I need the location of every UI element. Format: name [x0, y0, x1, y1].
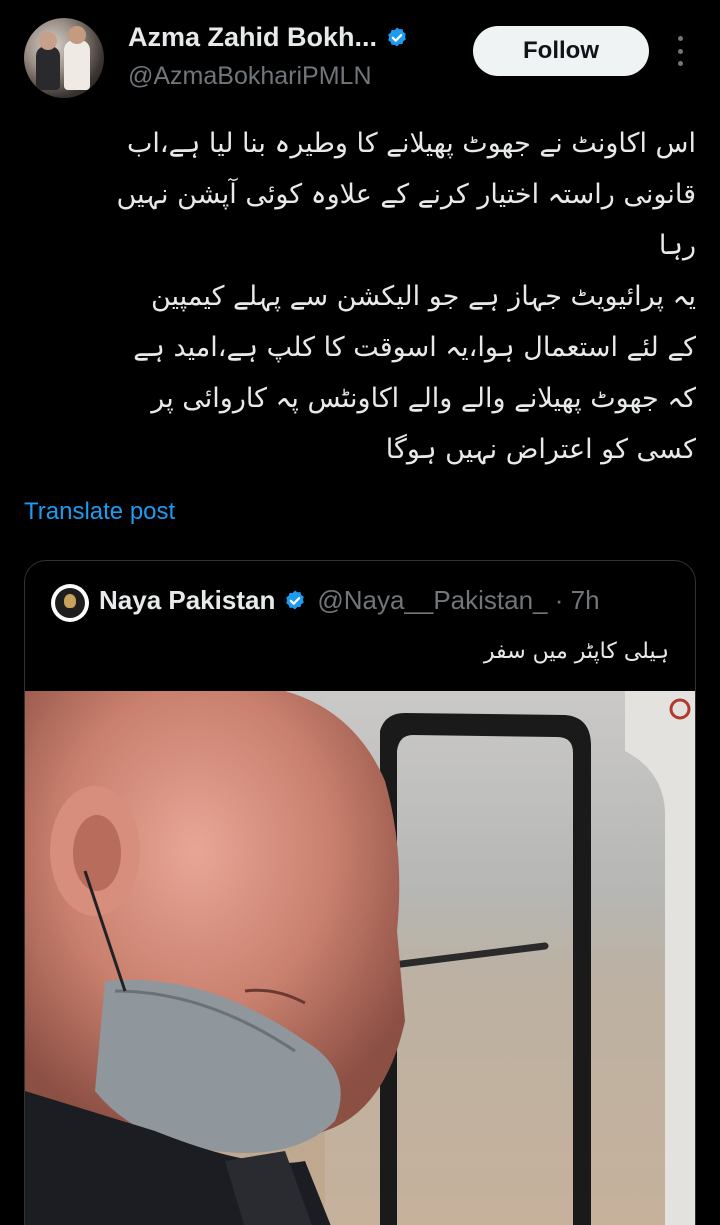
- follow-button[interactable]: Follow: [473, 26, 649, 76]
- post-header: Azma Zahid Bokh... @AzmaBokhariPMLN Foll…: [0, 0, 720, 110]
- quoted-handle-time: @Naya__Pakistan_ · 7h: [317, 585, 600, 615]
- quoted-display-name[interactable]: Naya Pakistan: [99, 585, 275, 616]
- verified-badge-icon: [286, 590, 305, 609]
- post-text-line: کہ جھوٹ پھیلانے والے والے اکاونٹس پہ کار…: [151, 383, 696, 414]
- post-text-line: رہا: [658, 230, 696, 261]
- post-text: اس اکاونٹ نے جھوٹ پھیلانے کا وطیرہ بنا ل…: [24, 118, 696, 475]
- quoted-name-row: Naya Pakistan @Naya__Pakistan_ · 7h: [99, 585, 600, 616]
- quoted-text: ہیلی کاپٹر میں سفر: [483, 639, 669, 664]
- video-thumbnail[interactable]: [25, 691, 695, 1225]
- more-options-icon[interactable]: [668, 36, 692, 66]
- post-text-line: اس اکاونٹ نے جھوٹ پھیلانے کا وطیرہ بنا ل…: [127, 128, 696, 159]
- quoted-avatar[interactable]: [51, 584, 89, 622]
- post-text-line: کے لئے استعمال ہوا،یہ اسوقت کا کلپ ہے،ام…: [133, 332, 696, 363]
- post-text-line: قانونی راستہ اختیار کرنے کے علاوہ کوئی آ…: [116, 179, 696, 210]
- author-handle[interactable]: @AzmaBokhariPMLN: [128, 62, 372, 91]
- author-display-name[interactable]: Azma Zahid Bokh...: [128, 22, 377, 53]
- author-name-row: Azma Zahid Bokh...: [128, 22, 409, 53]
- avatar[interactable]: [24, 18, 104, 98]
- post-text-line: کسی کو اعتراض نہیں ہوگا: [385, 434, 696, 465]
- post-text-line: یہ پرائیویٹ جہاز ہے جو الیکشن سے پہلے کی…: [150, 281, 696, 312]
- translate-post-link[interactable]: Translate post: [24, 498, 175, 526]
- video-frame-image: [25, 691, 695, 1225]
- verified-badge-icon: [388, 27, 406, 46]
- quoted-post[interactable]: Naya Pakistan @Naya__Pakistan_ · 7h ہیلی…: [24, 560, 696, 1225]
